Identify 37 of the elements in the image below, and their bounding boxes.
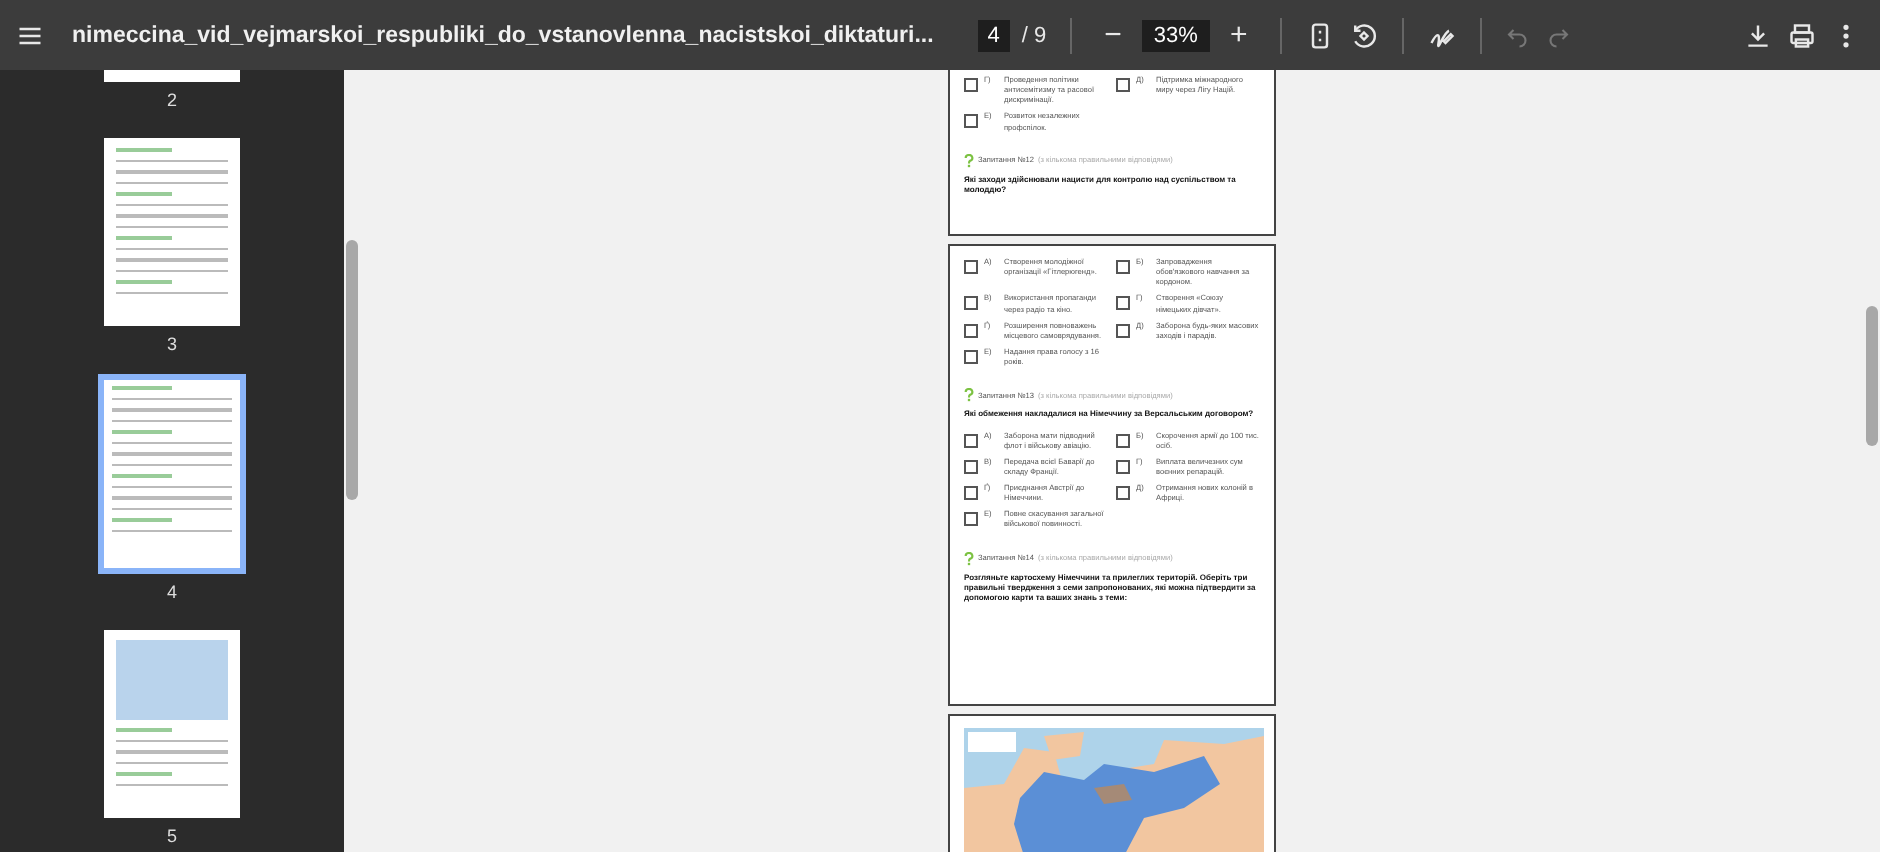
download-icon[interactable] [1744,21,1772,49]
page-number-field[interactable]: 4 [977,19,1010,51]
checkbox[interactable] [1116,486,1130,501]
checkbox[interactable] [1116,260,1130,274]
scrollbar[interactable] [344,70,360,852]
question-mark-icon [964,153,974,168]
zoom-field[interactable]: 33% [1141,19,1210,51]
checkbox[interactable] [964,433,978,448]
rotate-icon[interactable] [1349,21,1378,49]
checkbox[interactable] [1116,296,1130,311]
print-icon[interactable] [1788,21,1816,49]
checkbox[interactable] [964,323,978,338]
document-title: nimeccina_vid_vejmarskoi_respubliki_do_vstanovlenna_nacistskoi_diktaturi... [72,23,934,47]
checkbox[interactable] [964,486,978,501]
page-thumbnail[interactable] [104,630,240,818]
checkbox[interactable] [964,459,978,474]
page-number: 5 [166,826,177,846]
checkbox[interactable] [964,349,978,364]
checkbox[interactable] [964,512,978,527]
question-mark-icon [964,388,974,403]
checkbox[interactable] [1116,459,1130,474]
page-number: 4 [166,582,177,602]
page-count: / 9 [1021,23,1047,47]
zoom-in-button[interactable]: + [1221,18,1256,52]
zoom-out-button[interactable]: − [1096,18,1130,52]
page-number: 2 [166,90,177,110]
checkbox[interactable] [1116,433,1130,448]
checkbox[interactable] [1116,78,1130,92]
page-number: 3 [166,334,177,354]
question-mark-icon [964,551,974,566]
page-thumbnail[interactable] [98,374,246,574]
checkbox[interactable] [964,114,978,129]
page-thumbnail[interactable] [104,138,240,326]
checkbox[interactable] [964,260,978,274]
checkbox[interactable] [964,296,978,311]
checkbox[interactable] [1116,323,1130,338]
checkbox[interactable] [964,78,978,92]
